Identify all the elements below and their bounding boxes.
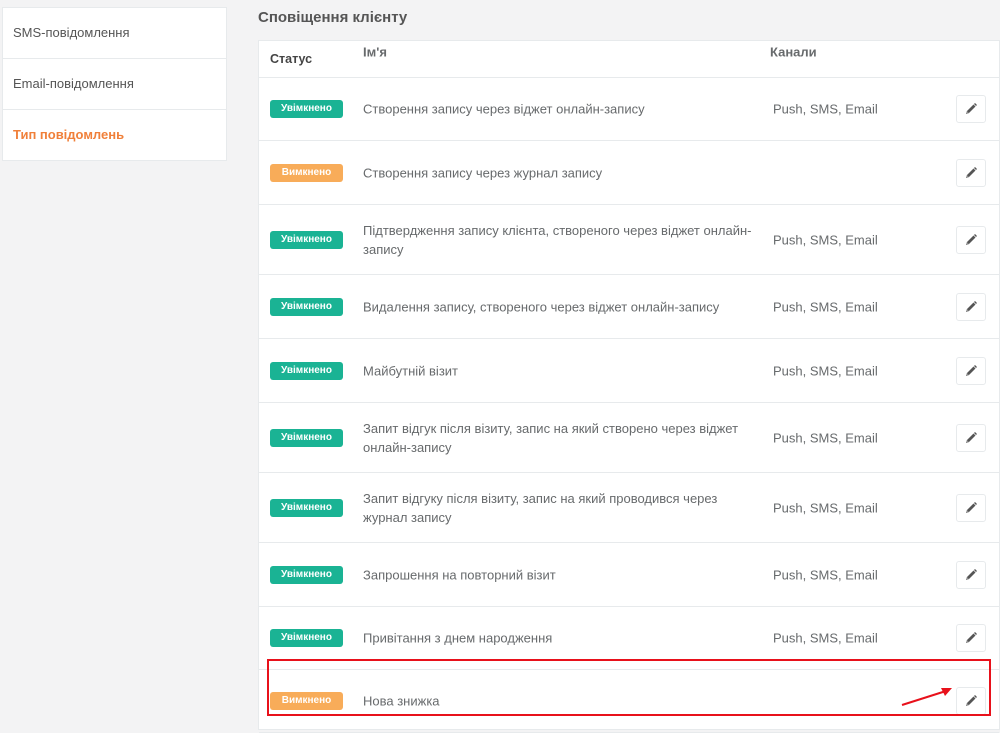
table-row: Увімкнено Створення запису через віджет о…	[259, 78, 999, 141]
notification-name: Майбутній візит	[363, 363, 458, 379]
settings-sidebar: SMS-повідомлення Email-повідомлення Тип …	[2, 7, 227, 161]
status-badge: Увімкнено	[270, 629, 343, 647]
table-row: Увімкнено Майбутній візит Push, SMS, Email	[259, 339, 999, 403]
table-row: Увімкнено Запрошення на повторний візит Pu…	[259, 543, 999, 607]
notification-channels: Push, SMS, Email	[773, 363, 878, 379]
pencil-icon	[964, 233, 978, 247]
pencil-icon	[964, 631, 978, 645]
pencil-icon	[964, 300, 978, 314]
notification-channels: Push, SMS, Email	[773, 567, 878, 583]
status-badge: Увімкнено	[270, 231, 343, 249]
pencil-icon	[964, 431, 978, 445]
table-row: Увімкнено Запит відгуку після візиту, зап…	[259, 473, 999, 543]
notification-name: Видалення запису, створеного через відже…	[363, 299, 720, 315]
notification-name: Підтвердження запису клієнта, створеного…	[363, 223, 752, 257]
notification-channels: Push, SMS, Email	[773, 430, 878, 446]
header-channels: Канали	[770, 44, 817, 60]
header-name: Ім'я	[363, 44, 387, 60]
table-row: Вимкнено Нова знижка	[259, 670, 999, 733]
status-badge: Увімкнено	[270, 429, 343, 447]
edit-button[interactable]	[956, 357, 986, 385]
notification-channels: Push, SMS, Email	[773, 232, 878, 248]
notification-channels: Push, SMS, Email	[773, 630, 878, 646]
pencil-icon	[964, 568, 978, 582]
notification-name: Запрошення на повторний візит	[363, 567, 556, 583]
status-badge: Увімкнено	[270, 362, 343, 380]
notification-name: Створення запису через віджет онлайн-зап…	[363, 101, 645, 117]
edit-button[interactable]	[956, 494, 986, 522]
notification-channels: Push, SMS, Email	[773, 101, 878, 117]
table-row: Увімкнено Підтвердження запису клієнта, с…	[259, 205, 999, 275]
table-header: Статус Ім'я Канали	[259, 41, 999, 78]
section-title: Сповіщення клієнту	[258, 9, 408, 26]
status-badge: Вимкнено	[270, 692, 343, 710]
status-badge: Увімкнено	[270, 298, 343, 316]
status-badge: Увімкнено	[270, 566, 343, 584]
table-row: Увімкнено Запит відгук після візиту, запи…	[259, 403, 999, 473]
edit-button[interactable]	[956, 624, 986, 652]
edit-button[interactable]	[956, 293, 986, 321]
table-row: Увімкнено Видалення запису, створеного че…	[259, 275, 999, 339]
status-badge: Вимкнено	[270, 164, 343, 182]
edit-button[interactable]	[956, 95, 986, 123]
pencil-icon	[964, 102, 978, 116]
status-badge: Увімкнено	[270, 499, 343, 517]
notification-name: Нова знижка	[363, 693, 440, 709]
pencil-icon	[964, 364, 978, 378]
table-row: Вимкнено Створення запису через журнал за…	[259, 141, 999, 205]
edit-button[interactable]	[956, 687, 986, 715]
pencil-icon	[964, 166, 978, 180]
sidebar-item-email[interactable]: Email-повідомлення	[3, 59, 226, 110]
notification-name: Привітання з днем народження	[363, 630, 553, 646]
notification-name: Створення запису через журнал запису	[363, 165, 603, 181]
notification-name: Запит відгук після візиту, запис на який…	[363, 421, 739, 455]
notification-channels: Push, SMS, Email	[773, 500, 878, 516]
status-badge: Увімкнено	[270, 100, 343, 118]
sidebar-item-notification-types[interactable]: Тип повідомлень	[3, 110, 226, 160]
pencil-icon	[964, 501, 978, 515]
edit-button[interactable]	[956, 226, 986, 254]
notifications-table: Статус Ім'я Канали Увімкнено Створення за…	[258, 40, 1000, 733]
sidebar-item-sms[interactable]: SMS-повідомлення	[3, 8, 226, 59]
table-row: Увімкнено Привітання з днем народження Pus…	[259, 607, 999, 670]
header-status: Статус	[270, 52, 313, 66]
edit-button[interactable]	[956, 561, 986, 589]
notification-name: Запит відгуку після візиту, запис на яки…	[363, 491, 718, 525]
edit-button[interactable]	[956, 159, 986, 187]
pencil-icon	[964, 694, 978, 708]
notification-channels: Push, SMS, Email	[773, 299, 878, 315]
edit-button[interactable]	[956, 424, 986, 452]
table-body: Увімкнено Створення запису через віджет о…	[259, 78, 999, 733]
